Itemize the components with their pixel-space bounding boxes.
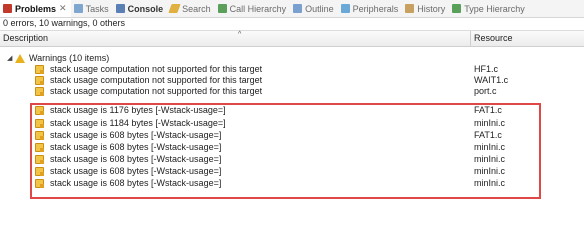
- warning-icon: [35, 65, 44, 74]
- row-resource: WAIT1.c: [474, 75, 509, 85]
- table-row[interactable]: stack usage is 608 bytes [-Wstack-usage=…: [0, 166, 584, 177]
- tab-type-hierarchy[interactable]: Type Hierarchy: [449, 0, 529, 17]
- sort-ascending-icon: ^: [238, 31, 242, 38]
- tab-label-outline: Outline: [305, 3, 334, 14]
- row-description: stack usage is 608 bytes [-Wstack-usage=…: [50, 154, 222, 164]
- warning-icon: [35, 143, 44, 152]
- warnings-group-label: Warnings (10 items): [29, 53, 110, 63]
- warning-icon: [35, 106, 44, 115]
- table-row[interactable]: stack usage is 608 bytes [-Wstack-usage=…: [0, 178, 584, 189]
- row-resource: FAT1.c: [474, 105, 502, 115]
- row-description: stack usage is 608 bytes [-Wstack-usage=…: [50, 178, 222, 188]
- table-row[interactable]: stack usage computation not supported fo…: [0, 64, 584, 75]
- tab-outline[interactable]: Outline: [290, 0, 338, 17]
- tab-problems[interactable]: Problems ✕: [0, 0, 71, 17]
- row-resource: minIni.c: [474, 178, 506, 188]
- warning-icon: [35, 155, 44, 164]
- tab-label-problems: Problems: [15, 3, 57, 14]
- close-icon[interactable]: ✕: [59, 3, 67, 14]
- row-description: stack usage is 608 bytes [-Wstack-usage=…: [50, 166, 222, 176]
- row-resource: minIni.c: [474, 166, 506, 176]
- row-resource: FAT1.c: [474, 130, 502, 140]
- row-description: stack usage is 608 bytes [-Wstack-usage=…: [50, 130, 222, 140]
- tab-label-type-hierarchy: Type Hierarchy: [464, 3, 525, 14]
- tab-label-peripherals: Peripherals: [352, 3, 399, 14]
- row-resource: minIni.c: [474, 118, 506, 128]
- problems-icon: [3, 4, 12, 13]
- row-description: stack usage is 608 bytes [-Wstack-usage=…: [50, 142, 222, 152]
- expand-triangle-icon[interactable]: ◢: [7, 53, 12, 64]
- table-row[interactable]: stack usage is 608 bytes [-Wstack-usage=…: [0, 130, 584, 141]
- row-resource: HF1.c: [474, 64, 499, 74]
- table-header: Description ^ Resource: [0, 30, 584, 47]
- tab-peripherals[interactable]: Peripherals: [338, 0, 403, 17]
- tab-label-call-hierarchy: Call Hierarchy: [229, 3, 287, 14]
- table-row[interactable]: stack usage is 1176 bytes [-Wstack-usage…: [0, 105, 584, 116]
- row-resource: port.c: [474, 86, 497, 96]
- warning-icon: [35, 76, 44, 85]
- tab-label-history: History: [417, 3, 446, 14]
- call-hierarchy-icon: [217, 4, 227, 13]
- row-description: stack usage computation not supported fo…: [50, 86, 263, 96]
- view-tab-bar: Problems ✕ Tasks Console Search Call Hie…: [0, 0, 584, 18]
- table-row[interactable]: stack usage is 608 bytes [-Wstack-usage=…: [0, 154, 584, 165]
- problems-summary: 0 errors, 10 warnings, 0 others: [3, 18, 126, 28]
- console-icon: [115, 4, 125, 13]
- history-icon: [405, 4, 415, 13]
- tab-tasks[interactable]: Tasks: [71, 0, 113, 17]
- warning-icon: [35, 131, 44, 140]
- row-description: stack usage is 1176 bytes [-Wstack-usage…: [50, 105, 226, 115]
- search-icon: [168, 4, 181, 13]
- tab-console[interactable]: Console: [113, 0, 168, 17]
- warning-icon: [35, 87, 44, 96]
- table-row[interactable]: stack usage computation not supported fo…: [0, 86, 584, 97]
- row-description: stack usage is 1184 bytes [-Wstack-usage…: [50, 118, 226, 128]
- peripherals-icon: [340, 4, 350, 13]
- warning-icon: [35, 119, 44, 128]
- table-row[interactable]: stack usage is 608 bytes [-Wstack-usage=…: [0, 142, 584, 153]
- row-description: stack usage computation not supported fo…: [50, 75, 263, 85]
- tab-history[interactable]: History: [402, 0, 449, 17]
- tab-label-search: Search: [182, 3, 211, 14]
- row-resource: minIni.c: [474, 154, 506, 164]
- column-divider[interactable]: [470, 31, 471, 46]
- column-header-resource[interactable]: Resource: [474, 33, 513, 43]
- tab-label-tasks: Tasks: [85, 3, 109, 14]
- tab-label-console: Console: [127, 3, 164, 14]
- table-row[interactable]: stack usage computation not supported fo…: [0, 75, 584, 86]
- tab-call-hierarchy[interactable]: Call Hierarchy: [215, 0, 291, 17]
- outline-icon: [293, 4, 303, 13]
- row-resource: minIni.c: [474, 142, 506, 152]
- warnings-group[interactable]: ◢ Warnings (10 items): [0, 53, 584, 64]
- type-hierarchy-icon: [452, 4, 462, 13]
- row-description: stack usage computation not supported fo…: [50, 64, 263, 74]
- warning-icon: [35, 179, 44, 188]
- tab-search[interactable]: Search: [167, 0, 215, 17]
- warning-icon: [15, 54, 25, 63]
- tasks-icon: [73, 4, 83, 13]
- warning-icon: [35, 167, 44, 176]
- column-header-description[interactable]: Description: [3, 33, 48, 43]
- table-row[interactable]: stack usage is 1184 bytes [-Wstack-usage…: [0, 118, 584, 129]
